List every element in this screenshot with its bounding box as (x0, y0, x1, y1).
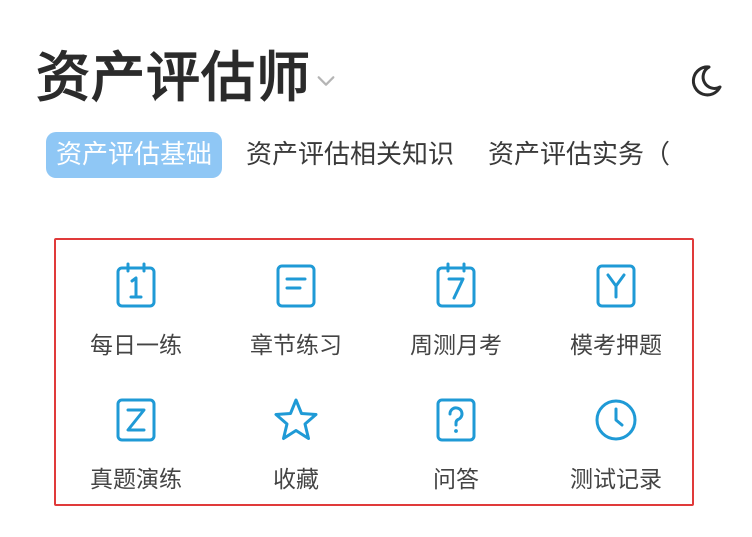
moon-icon[interactable] (686, 60, 726, 100)
tab-asset-evaluation-basics[interactable]: 资产评估基础 (46, 132, 223, 178)
menu-item-favorites[interactable]: 收藏 (216, 374, 376, 494)
letter-z-icon (116, 398, 156, 442)
menu-item-mock-exam[interactable]: 模考押题 (536, 240, 696, 360)
subject-selector[interactable]: 资产评估师 (36, 40, 337, 116)
calendar-1-icon (116, 262, 156, 308)
menu-item-label: 真题演练 (90, 467, 182, 493)
chevron-down-icon (317, 76, 335, 86)
menu-item-qa[interactable]: 问答 (376, 374, 536, 494)
menu-item-daily-practice[interactable]: 每日一练 (56, 240, 216, 360)
menu-item-label: 每日一练 (90, 333, 182, 359)
menu-item-chapter-practice[interactable]: 章节练习 (216, 240, 376, 360)
calendar-7-icon (436, 262, 476, 308)
subject-tabs: 资产评估基础 资产评估相关知识 资产评估实务（ (46, 131, 752, 179)
menu-item-label: 收藏 (273, 467, 319, 493)
menu-item-label: 测试记录 (570, 467, 662, 493)
page-title: 资产评估师 (36, 46, 311, 109)
header: 资产评估师 (36, 40, 732, 116)
menu-item-past-exams[interactable]: 真题演练 (56, 374, 216, 494)
tab-asset-evaluation-practice[interactable]: 资产评估实务（ (478, 132, 680, 178)
letter-y-icon (596, 264, 636, 308)
document-lines-icon (276, 264, 316, 308)
menu-item-label: 章节练习 (250, 333, 342, 359)
menu-item-label: 模考押题 (570, 333, 662, 359)
menu-item-label: 周测月考 (410, 333, 502, 359)
feature-grid: 每日一练 章节练习 周测月考 模考押题 真题演练 收藏 问答 测试记录 (54, 238, 694, 506)
star-icon (274, 398, 318, 440)
clock-icon (595, 399, 637, 441)
menu-item-weekly-monthly-test[interactable]: 周测月考 (376, 240, 536, 360)
menu-item-test-records[interactable]: 测试记录 (536, 374, 696, 494)
question-icon (436, 398, 476, 442)
menu-item-label: 问答 (433, 467, 479, 493)
tab-asset-evaluation-related-knowledge[interactable]: 资产评估相关知识 (236, 132, 464, 178)
